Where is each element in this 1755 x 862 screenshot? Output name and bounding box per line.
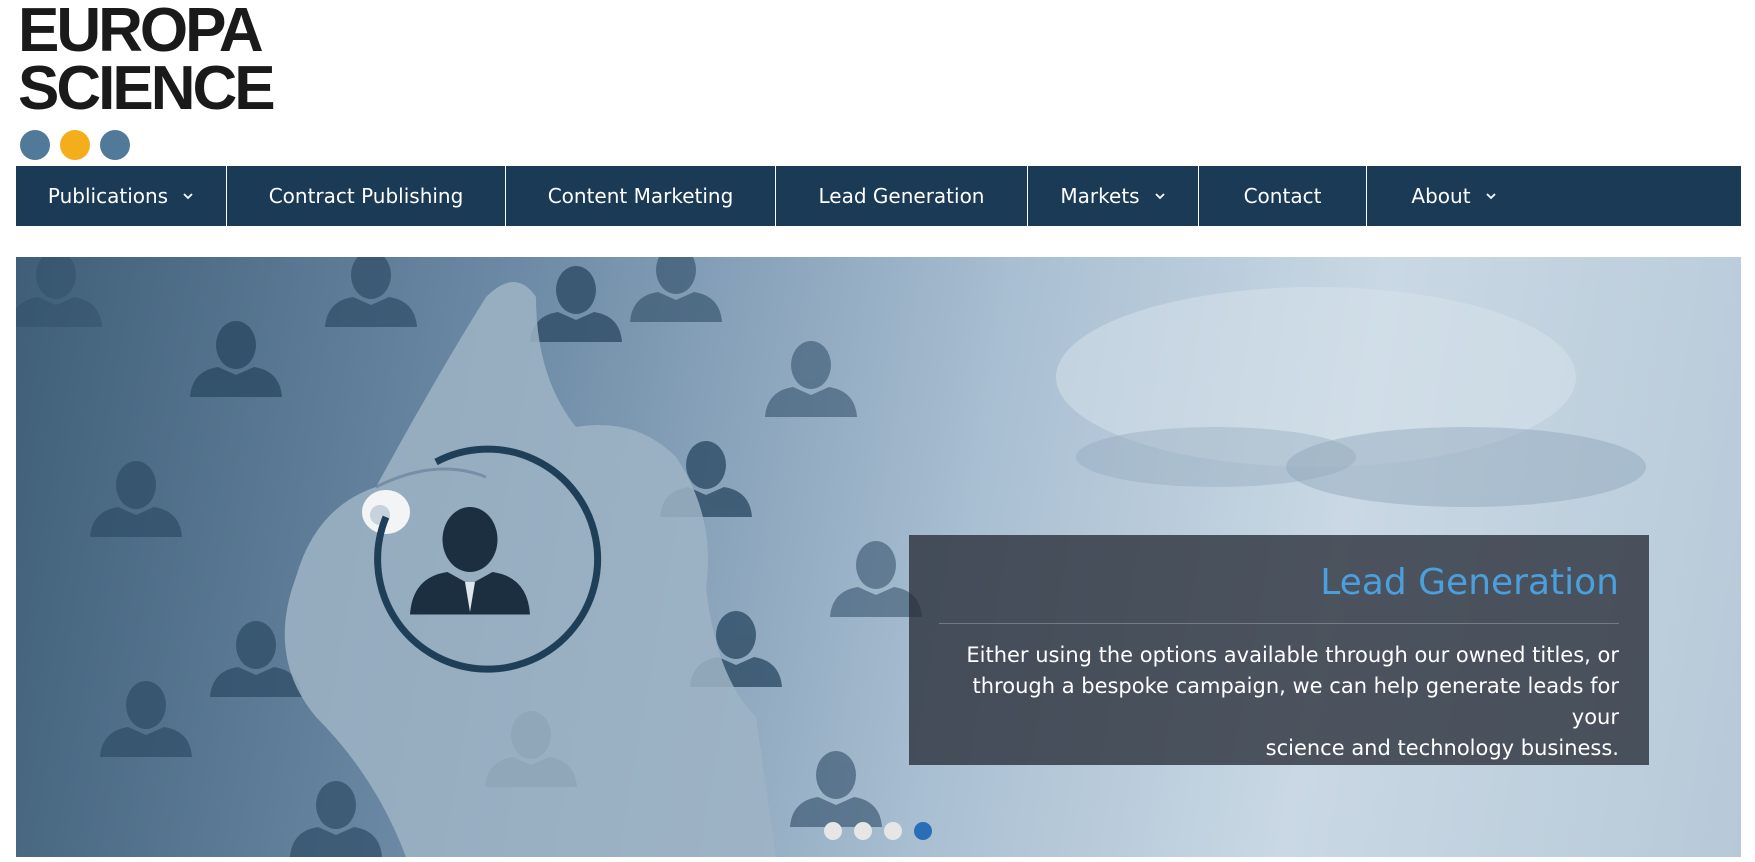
caption-body: Either using the options available throu… bbox=[939, 640, 1619, 764]
caption-divider bbox=[939, 623, 1619, 624]
caption-line-1: Either using the options available throu… bbox=[966, 643, 1619, 667]
nav-label-about: About bbox=[1411, 184, 1471, 208]
logo-dot-2 bbox=[60, 130, 90, 160]
logo-dots bbox=[20, 130, 130, 160]
chevron-down-icon bbox=[183, 193, 193, 200]
hero-slider[interactable]: Lead Generation Either using the options… bbox=[16, 257, 1741, 857]
chevron-down-icon bbox=[1485, 193, 1496, 200]
slider-pagination bbox=[824, 822, 932, 840]
site-logo[interactable]: EUROPA SCIENCE bbox=[18, 0, 318, 160]
nav-label-lead-generation: Lead Generation bbox=[818, 184, 985, 208]
slider-dot-3[interactable] bbox=[884, 822, 902, 840]
caption-line-3: science and technology business. bbox=[1265, 736, 1619, 760]
logo-word-europa: EUROPA bbox=[18, 0, 264, 65]
nav-label-markets: Markets bbox=[1060, 184, 1140, 208]
main-nav: Publications Contract Publishing Content… bbox=[16, 166, 1741, 226]
nav-item-about[interactable]: About bbox=[1367, 166, 1541, 226]
nav-item-content-marketing[interactable]: Content Marketing bbox=[506, 166, 776, 226]
caption-line-2: through a bespoke campaign, we can help … bbox=[972, 674, 1620, 729]
nav-item-contract-publishing[interactable]: Contract Publishing bbox=[227, 166, 506, 226]
nav-item-lead-generation[interactable]: Lead Generation bbox=[776, 166, 1028, 226]
nav-label-publications: Publications bbox=[47, 184, 169, 208]
slider-dot-2[interactable] bbox=[854, 822, 872, 840]
caption-title[interactable]: Lead Generation bbox=[939, 561, 1619, 605]
nav-label-content-marketing: Content Marketing bbox=[547, 184, 734, 208]
slider-dot-4[interactable] bbox=[914, 822, 932, 840]
nav-item-contact[interactable]: Contact bbox=[1199, 166, 1367, 226]
logo-dot-3 bbox=[100, 130, 130, 160]
nav-item-markets[interactable]: Markets bbox=[1028, 166, 1199, 226]
slide-caption: Lead Generation Either using the options… bbox=[909, 535, 1649, 765]
chevron-down-icon bbox=[1154, 193, 1165, 200]
logo-dot-1 bbox=[20, 130, 50, 160]
nav-item-publications[interactable]: Publications bbox=[16, 166, 227, 226]
logo-word-science: SCIENCE bbox=[18, 54, 276, 123]
slider-dot-1[interactable] bbox=[824, 822, 842, 840]
nav-label-contact: Contact bbox=[1243, 184, 1322, 208]
nav-label-contract-publishing: Contract Publishing bbox=[268, 184, 464, 208]
